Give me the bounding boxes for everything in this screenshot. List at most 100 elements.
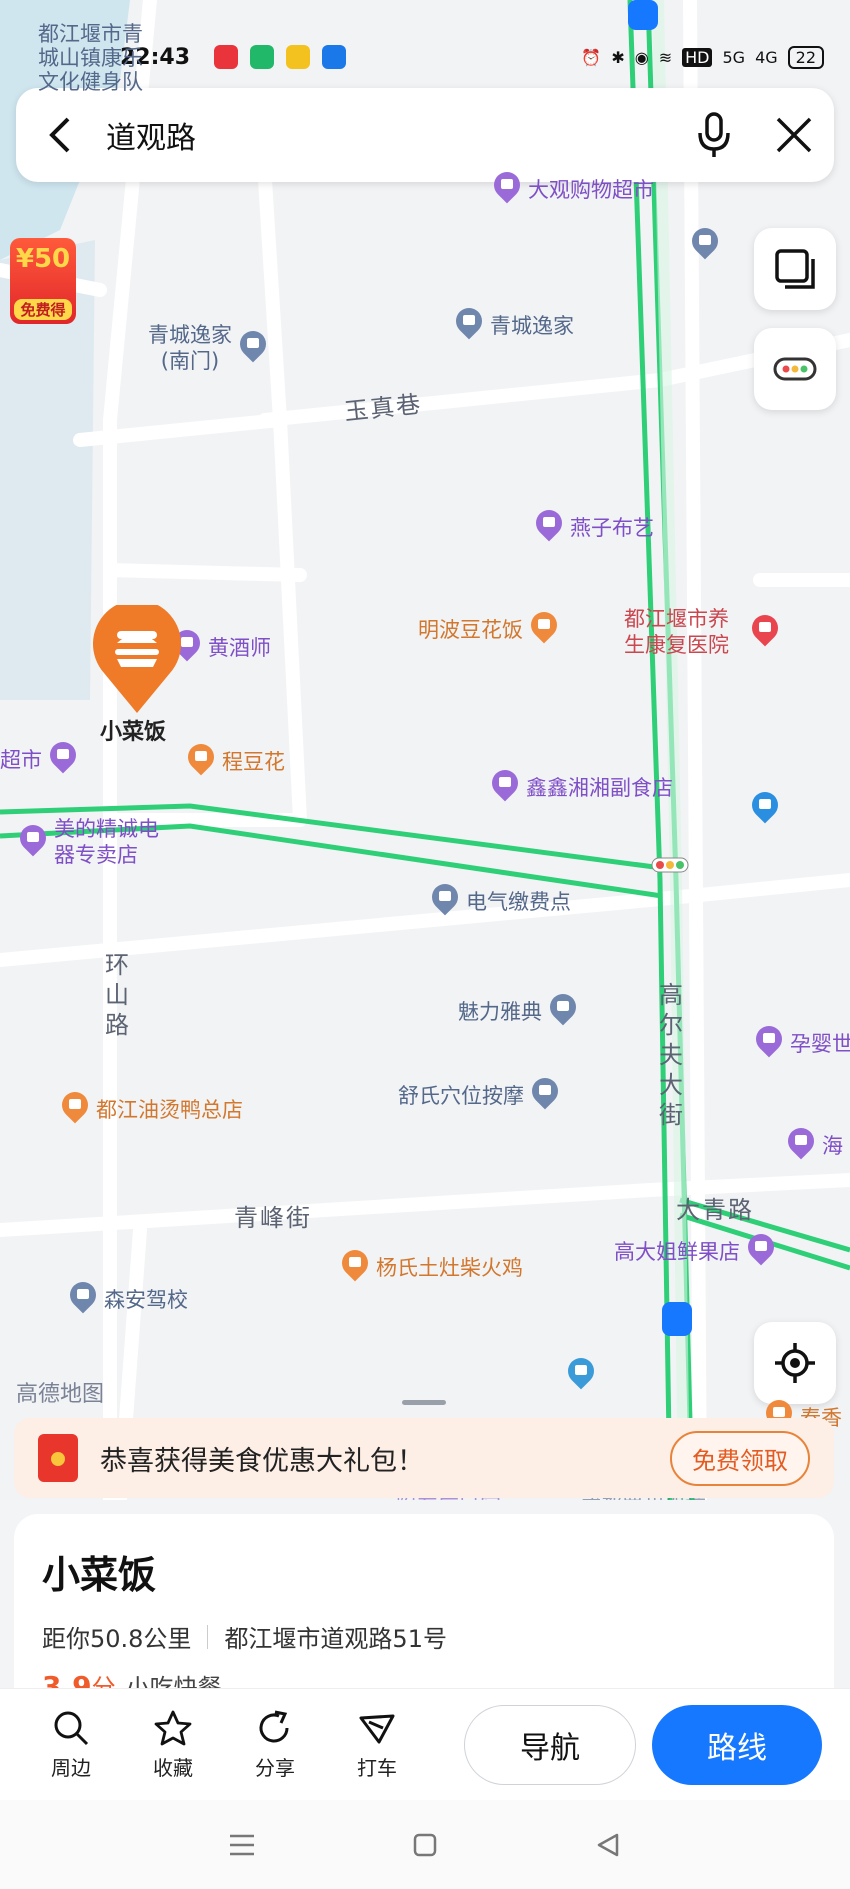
traffic-light-icon [773,357,817,381]
location-pin-icon [430,884,460,918]
poi-yanzi[interactable]: 燕子布艺 [534,510,654,544]
system-nav-bar [0,1800,850,1889]
divider [207,1624,209,1649]
poi-telecom[interactable] [750,792,780,826]
share-button[interactable]: 分享 [224,1708,326,1781]
shop-pin-icon [18,825,48,859]
promo-value: ¥50 [15,244,71,274]
coupon-text: 恭喜获得美食优惠大礼包！ [100,1445,424,1477]
home-icon [413,1833,437,1856]
poi-electric[interactable]: 电气缴费点 [430,884,571,918]
search-bar[interactable]: 道观路 [16,88,834,182]
menu-icon [229,1834,254,1855]
location-pin-icon [548,994,578,1028]
red-envelope-icon [38,1434,78,1482]
drag-handle[interactable] [402,1400,446,1405]
poi-maternal[interactable]: 孕婴世 [754,1026,850,1060]
poi-label: 孕婴世 [790,1032,850,1056]
weibo-icon [286,45,311,69]
location-pin-icon [530,1078,560,1112]
promo-tag: 免费得 [14,299,72,320]
hotel-pin-icon [454,308,484,342]
bluetooth-icon: ✱ [611,47,625,67]
app-icon-green [250,45,275,69]
food-pin-icon [60,1092,90,1126]
menu-button[interactable] [212,1825,272,1865]
coupon-banner[interactable]: 恭喜获得美食优惠大礼包！ 免费领取 [14,1418,834,1498]
voice-search-button[interactable] [674,88,754,182]
poi-label: 鑫鑫湘湘副食店 [526,776,673,800]
favorite-button[interactable]: 收藏 [122,1708,224,1781]
poi-meide[interactable]: 美的精诚电器专卖店 [18,816,178,868]
search-query[interactable]: 道观路 [106,113,674,157]
poi-toilet[interactable] [690,228,720,262]
poi-top-left[interactable]: 都江堰市青城山镇康乐文化健身队 [38,22,158,94]
alarm-icon: ⏰ [581,47,602,67]
hotel-pin-icon [238,331,268,365]
road-gaoerfu: 高尔夫大街 [659,981,685,1129]
shop-pin-icon [48,742,78,776]
poi-yangshi[interactable]: 杨氏土灶柴火鸡 [340,1250,523,1284]
poi-supermarket[interactable]: 超市 [0,742,78,776]
poi-label: 美的精诚电器专卖店 [54,817,159,867]
taxi-button[interactable]: 打车 [326,1708,428,1781]
navigate-button[interactable]: 导航 [464,1704,636,1785]
poi-xinxin[interactable]: 鑫鑫湘湘副食店 [490,770,673,804]
home-button[interactable] [395,1825,455,1865]
my-location-button[interactable] [754,1322,836,1404]
poi-shushi[interactable]: 舒氏穴位按摩 [398,1078,560,1112]
poi-meili[interactable]: 魅力雅典 [458,994,578,1028]
poi-label: 超市 [0,748,42,772]
back-button[interactable] [16,88,106,182]
wifi-icon: ≋ [658,47,673,67]
poi-label: 都江堰市养生康复医院 [624,607,729,657]
poi-dujiang-duck[interactable]: 都江油烫鸭总店 [60,1092,243,1126]
back-arrow-icon [49,117,70,153]
promo-badge[interactable]: ¥50 免费得 [10,238,76,324]
food-pin-icon [186,744,216,778]
selected-place-marker[interactable] [90,605,184,715]
mobile-pin-icon [566,1358,596,1392]
road-daqing: 大青路 [676,1196,754,1224]
claim-coupon-button[interactable]: 免费领取 [670,1430,810,1486]
clear-search-button[interactable] [754,88,834,182]
poi-mobile[interactable] [566,1358,596,1392]
poi-label: 舒氏穴位按摩 [398,1084,524,1108]
poi-label: 都江油烫鸭总店 [96,1098,243,1122]
map-view[interactable]: 22:43 ⏰ ✱ ◉ ≋ HD 5G 4G 22 道观路 ¥50 免费得 都江… [0,0,850,1500]
poi-hai[interactable]: 海 [786,1128,843,1162]
poi-label: 海 [822,1134,843,1158]
telecom-pin-icon [750,792,780,826]
route-button[interactable]: 路线 [652,1704,822,1785]
back-triangle-icon [598,1833,619,1856]
place-name: 小菜饭 [42,1553,157,1597]
microphone-icon [698,112,730,157]
poi-mingbo[interactable]: 明波豆花饭 [418,612,559,646]
poi-label: 明波豆花饭 [418,618,523,642]
favorite-label: 收藏 [153,1756,193,1780]
poi-senan[interactable]: 森安驾校 [68,1282,188,1316]
nearby-button[interactable]: 周边 [20,1708,122,1781]
poi-qingcheng-south[interactable]: 青城逸家 (南门) [148,322,268,374]
road-huanshan: 环山路 [105,951,131,1039]
poi-label: 杨氏土灶柴火鸡 [376,1256,523,1280]
poi-qingcheng[interactable]: 青城逸家 [454,308,574,342]
poi-label: 黄酒师 [208,636,271,660]
poi-gaodajie[interactable]: 高大姐鲜果店 [614,1234,776,1268]
shopping-pin-icon [492,172,522,206]
app-icon-red [214,45,239,69]
poi-chengdouhua[interactable]: 程豆花 [186,744,285,778]
layers-button[interactable] [754,228,836,310]
poi-huangjiushi[interactable]: 黄酒师 [172,630,271,664]
location-icon: ◉ [634,47,649,67]
action-bar: 周边 收藏 分享 打车 导航 路线 [0,1688,850,1800]
poi-daguan-market[interactable]: 大观购物超市 [492,172,654,206]
network-5g: 5G [722,47,746,67]
poi-nursing[interactable]: 都江堰市养生康复医院 [624,606,794,658]
poi-label: 燕子布艺 [570,516,654,540]
back-nav-button[interactable] [578,1825,638,1865]
alipay-icon [322,45,347,69]
place-card[interactable]: 小菜饭 距你50.8公里 都江堰市道观路51号 3.9 分 小吃快餐 [14,1514,834,1714]
notification-icons [214,45,347,69]
traffic-toggle-button[interactable] [754,328,836,410]
